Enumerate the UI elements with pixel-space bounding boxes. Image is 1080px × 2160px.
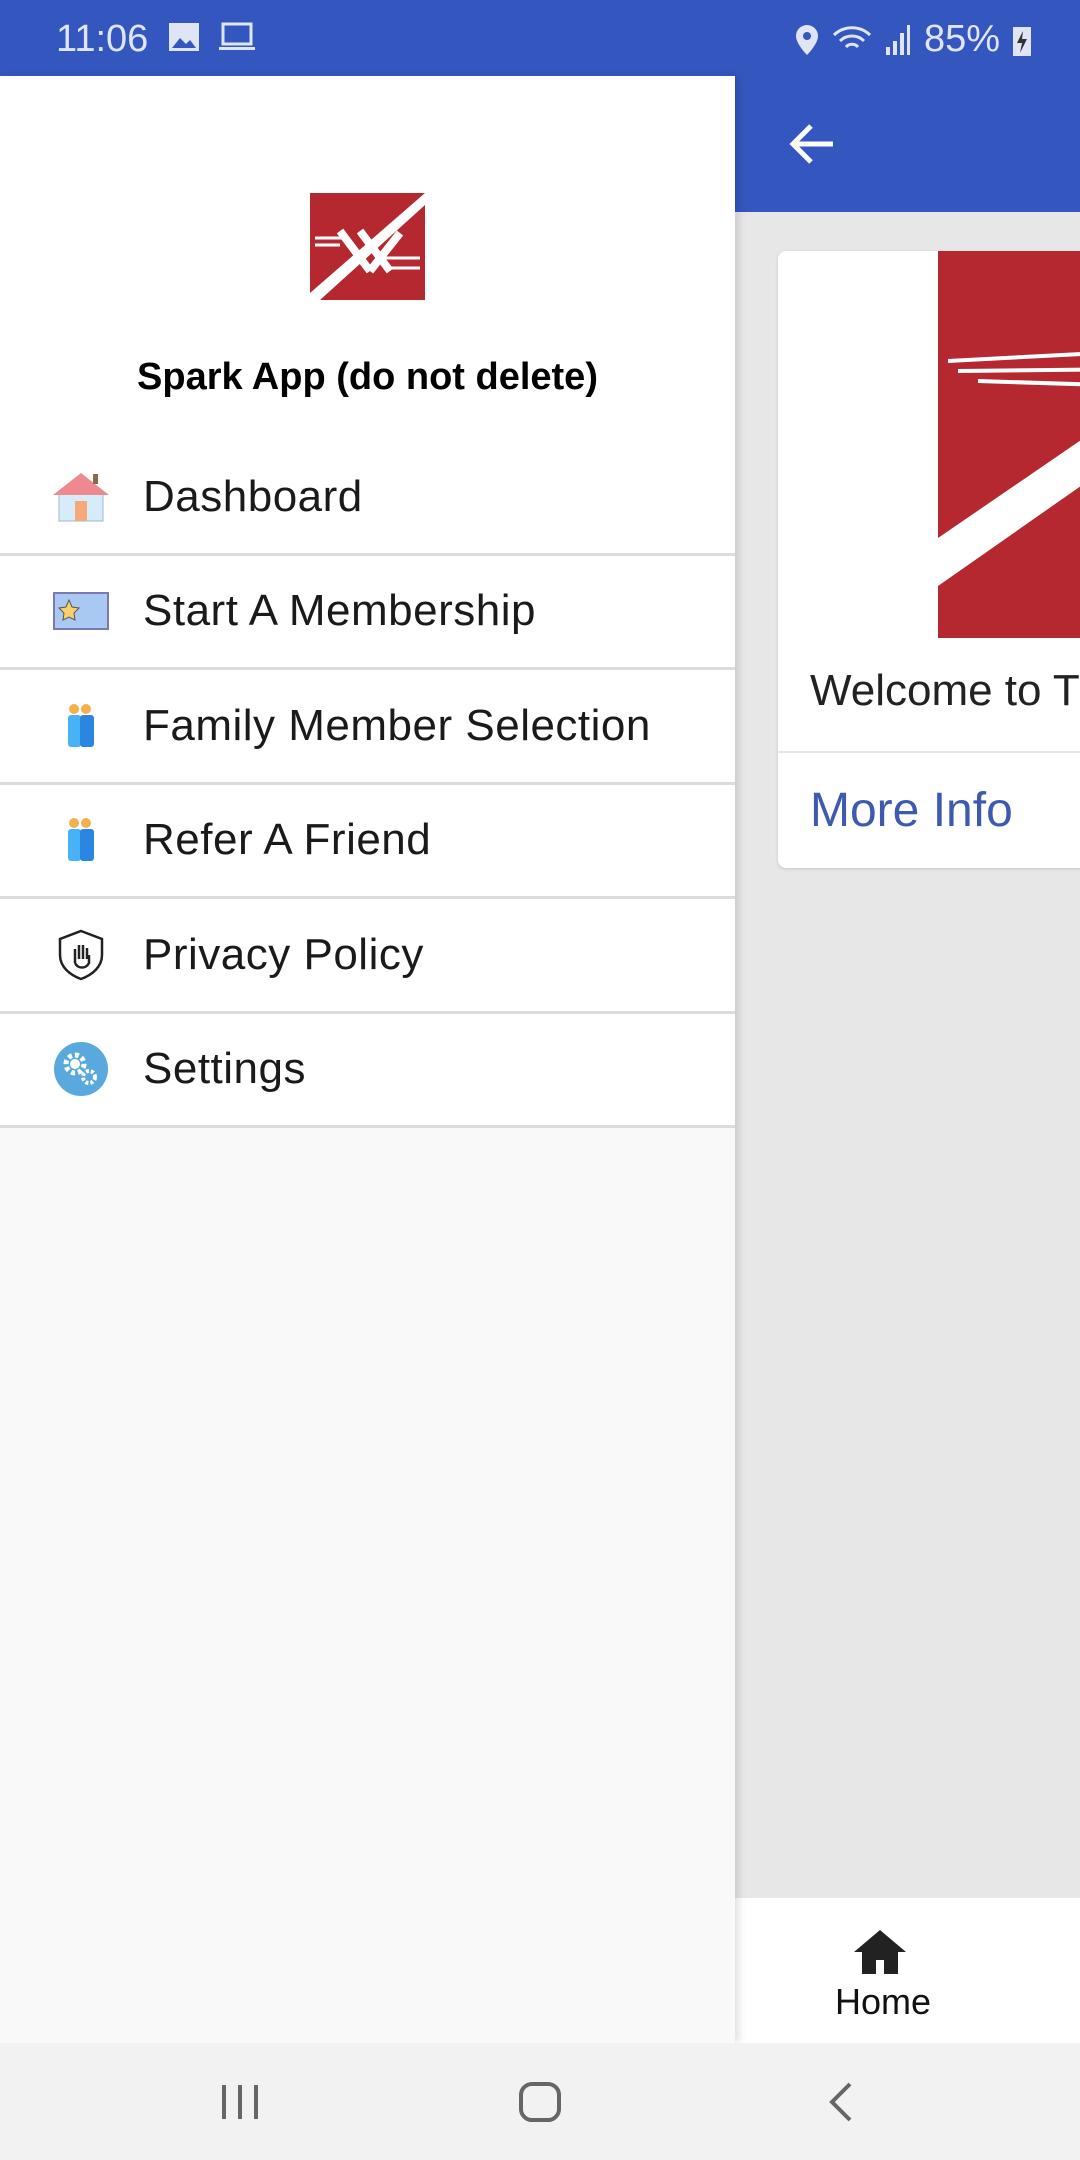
menu-item-dashboard[interactable]: Dashboard: [0, 441, 735, 556]
friends-icon: [52, 811, 110, 869]
status-bar: 11:06 85%: [0, 0, 1080, 76]
app-bar: [735, 76, 1080, 212]
shield-hand-icon: [52, 926, 110, 984]
menu-item-label: Family Member Selection: [143, 700, 651, 750]
battery-percent: 85%: [923, 18, 1000, 60]
card-logo-image: [938, 251, 1080, 638]
menu-item-settings[interactable]: Settings: [0, 1013, 735, 1128]
drawer-menu: Dashboard Start A Membership Family Memb…: [0, 441, 735, 1128]
laptop-icon: [219, 22, 255, 50]
battery-charging-icon: [1013, 26, 1031, 56]
back-button-icon[interactable]: [826, 2081, 856, 2123]
home-button-icon[interactable]: [518, 2081, 562, 2123]
signal-icon: [885, 24, 910, 55]
menu-item-start-membership[interactable]: Start A Membership: [0, 555, 735, 670]
menu-item-label: Settings: [143, 1044, 306, 1094]
status-time: 11:06: [56, 18, 149, 60]
membership-card-icon: [52, 582, 110, 640]
nav-home-label: Home: [835, 1981, 932, 2022]
bottom-nav: Home: [735, 1898, 1080, 2043]
drawer-header: Spark App (do not delete): [0, 76, 735, 441]
menu-item-label: Dashboard: [143, 471, 363, 521]
more-info-link[interactable]: More Info: [810, 783, 1013, 838]
back-arrow-icon[interactable]: [783, 114, 843, 174]
menu-item-family-member-selection[interactable]: Family Member Selection: [0, 670, 735, 785]
home-icon: [854, 1930, 906, 1974]
menu-item-label: Privacy Policy: [143, 929, 424, 979]
wifi-icon: [832, 25, 871, 48]
menu-item-label: Start A Membership: [143, 586, 536, 636]
app-title: Spark App (do not delete): [137, 356, 598, 398]
nav-home[interactable]: Home: [835, 1926, 932, 2023]
recent-apps-icon[interactable]: [218, 2083, 262, 2121]
menu-item-privacy-policy[interactable]: Privacy Policy: [0, 899, 735, 1014]
card-divider: [778, 751, 1080, 753]
app-logo: [310, 193, 425, 300]
house-icon: [52, 468, 110, 526]
welcome-text: Welcome to T: [810, 666, 1080, 715]
image-notification-icon: [169, 23, 199, 51]
family-icon: [52, 697, 110, 755]
location-icon: [795, 24, 818, 55]
menu-item-label: Refer A Friend: [143, 815, 432, 865]
welcome-card: Welcome to T More Info: [778, 251, 1080, 868]
menu-item-refer-a-friend[interactable]: Refer A Friend: [0, 784, 735, 899]
navigation-drawer: Spark App (do not delete) Dashboard Star…: [0, 76, 735, 2043]
gears-icon: [52, 1040, 110, 1098]
system-navigation-bar: [0, 2043, 1080, 2160]
